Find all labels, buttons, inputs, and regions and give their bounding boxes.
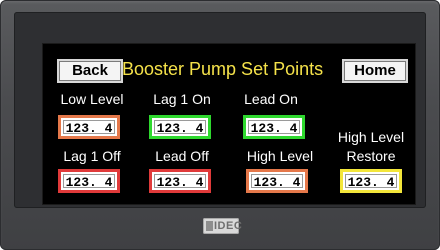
lead-on-value-field[interactable]: 123. 4: [243, 115, 305, 139]
low-level-value-field[interactable]: 123. 4: [58, 115, 120, 139]
back-button[interactable]: Back: [57, 59, 123, 83]
lead-off-label: Lead Off: [155, 148, 209, 164]
high-level-restore-value-field[interactable]: 123. 4: [340, 169, 402, 193]
high-level-value-field[interactable]: 123. 4: [246, 169, 308, 193]
lag-1-off-value-field[interactable]: 123. 4: [58, 169, 120, 193]
low-level-value: 123. 4: [63, 120, 115, 136]
lag-1-off-label: Lag 1 Off: [63, 148, 121, 164]
lead-on-label: Lead On: [244, 91, 298, 107]
high-level-label: High Level: [246, 148, 314, 164]
lag-1-on-label: Lag 1 On: [153, 91, 211, 107]
lag-1-on-value: 123. 4: [154, 120, 206, 136]
lead-off-value: 123. 4: [154, 174, 206, 190]
lag-1-off-value: 123. 4: [63, 174, 115, 190]
high-level-restore-label-line2: Restore: [346, 148, 396, 164]
high-level-restore-label-line1: High Level: [337, 129, 405, 145]
high-level-restore-value: 123. 4: [345, 174, 397, 190]
page-title: Booster Pump Set Points: [122, 59, 324, 79]
lag-1-on-value-field[interactable]: 123. 4: [149, 115, 211, 139]
lead-on-value: 123. 4: [248, 120, 300, 136]
idec-logo-mark-icon: [206, 221, 213, 231]
high-level-value: 123. 4: [251, 174, 303, 190]
idec-logo-text: IDEC: [214, 220, 243, 232]
idec-logo: IDEC: [203, 218, 243, 234]
lead-off-value-field[interactable]: 123. 4: [149, 169, 211, 193]
low-level-label: Low Level: [60, 91, 124, 107]
home-button[interactable]: Home: [342, 59, 408, 83]
